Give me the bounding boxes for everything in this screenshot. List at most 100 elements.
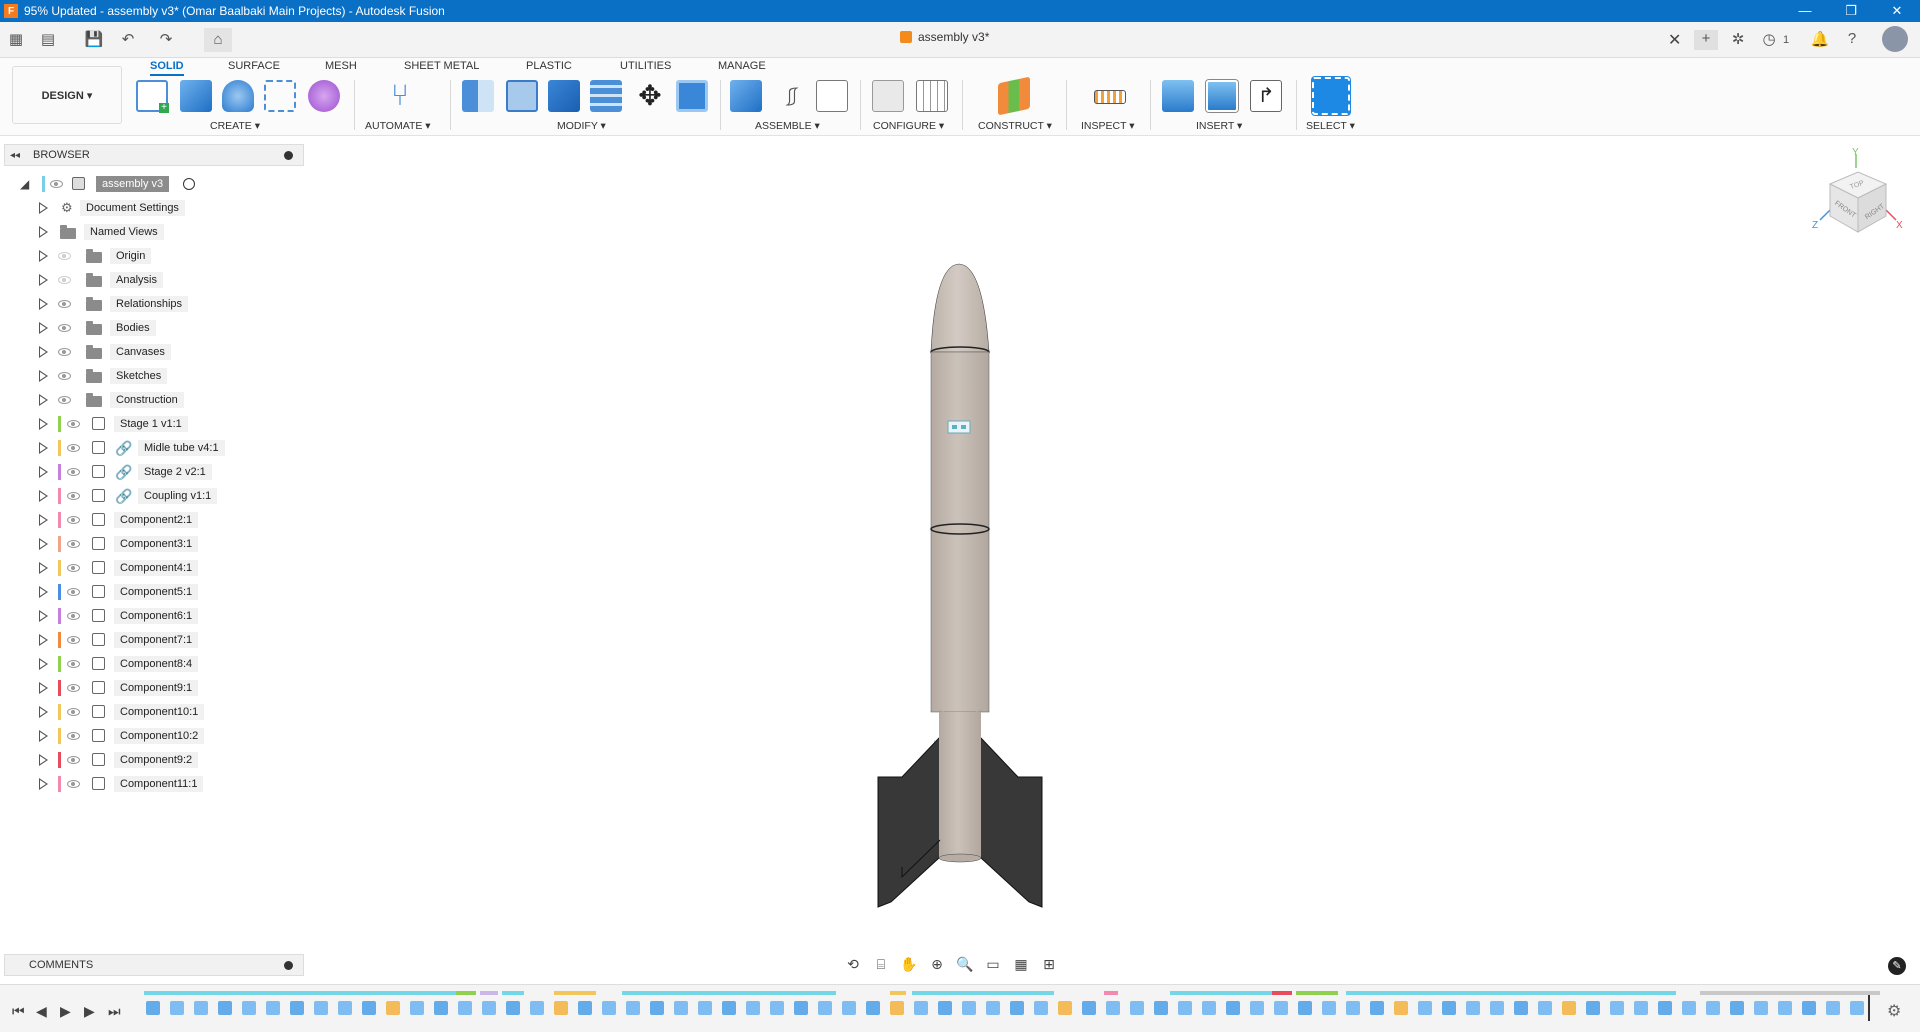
timeline-feature[interactable] bbox=[458, 1001, 472, 1015]
tab-plastic[interactable]: PLASTIC bbox=[526, 60, 572, 72]
view-cube[interactable]: Y Z X TOP FRONT RIGHT bbox=[1808, 147, 1908, 253]
tab-sheet-metal[interactable]: SHEET METAL bbox=[404, 60, 479, 72]
timeline-feature[interactable] bbox=[146, 1001, 160, 1015]
select-icon[interactable] bbox=[1312, 77, 1350, 115]
timeline-feature[interactable] bbox=[1058, 1001, 1072, 1015]
timeline-feature[interactable] bbox=[1250, 1001, 1264, 1015]
assemble-group-label[interactable]: ASSEMBLE ▾ bbox=[755, 120, 820, 132]
go-to-start-icon[interactable]: ⏮ bbox=[12, 1003, 25, 1020]
step-forward-icon[interactable]: ▶ bbox=[84, 1003, 95, 1020]
fillet-icon[interactable] bbox=[506, 80, 538, 112]
configure-group-label[interactable]: CONFIGURE ▾ bbox=[873, 120, 944, 132]
modify-group-label[interactable]: MODIFY ▾ bbox=[557, 120, 606, 132]
timeline-feature[interactable] bbox=[218, 1001, 232, 1015]
timeline-feature[interactable] bbox=[986, 1001, 1000, 1015]
timeline-feature[interactable] bbox=[482, 1001, 496, 1015]
timeline-feature[interactable] bbox=[1682, 1001, 1696, 1015]
create-sketch-icon[interactable]: + bbox=[136, 80, 169, 113]
timeline-feature[interactable] bbox=[410, 1001, 424, 1015]
display-settings-icon[interactable]: ▭ bbox=[982, 954, 1004, 974]
construct-plane-icon[interactable] bbox=[998, 76, 1030, 116]
timeline-feature[interactable] bbox=[698, 1001, 712, 1015]
timeline-feature[interactable] bbox=[722, 1001, 736, 1015]
timeline-feature[interactable] bbox=[386, 1001, 400, 1015]
file-menu-icon[interactable]: ▤ bbox=[38, 30, 58, 50]
3d-viewport[interactable]: Y Z X TOP FRONT RIGHT bbox=[0, 137, 1920, 947]
timeline-feature[interactable] bbox=[1346, 1001, 1360, 1015]
timeline-feature[interactable] bbox=[506, 1001, 520, 1015]
move-copy-icon[interactable]: ✥ bbox=[634, 80, 666, 112]
timeline-feature[interactable] bbox=[1442, 1001, 1456, 1015]
look-at-icon[interactable]: ⌸ bbox=[870, 954, 892, 974]
timeline-feature[interactable] bbox=[1370, 1001, 1384, 1015]
timeline-feature[interactable] bbox=[674, 1001, 688, 1015]
joint-icon[interactable]: ⎎ bbox=[776, 80, 808, 112]
timeline-feature[interactable] bbox=[1610, 1001, 1624, 1015]
timeline-feature[interactable] bbox=[602, 1001, 616, 1015]
form-icon[interactable] bbox=[308, 80, 340, 112]
scale-icon[interactable] bbox=[676, 80, 708, 112]
timeline-feature[interactable] bbox=[194, 1001, 208, 1015]
timeline-feature[interactable] bbox=[1082, 1001, 1096, 1015]
tab-utilities[interactable]: UTILITIES bbox=[620, 60, 671, 72]
timeline-feature[interactable] bbox=[1178, 1001, 1192, 1015]
minimize-button[interactable]: — bbox=[1782, 0, 1828, 22]
redo-icon[interactable]: ↷ bbox=[156, 30, 176, 50]
shell-icon[interactable] bbox=[548, 80, 580, 112]
timeline-feature[interactable] bbox=[1466, 1001, 1480, 1015]
combine-icon[interactable] bbox=[590, 80, 622, 112]
help-icon[interactable]: ? bbox=[1842, 30, 1862, 50]
timeline-feature[interactable] bbox=[290, 1001, 304, 1015]
timeline-feature[interactable] bbox=[770, 1001, 784, 1015]
timeline-feature[interactable] bbox=[1034, 1001, 1048, 1015]
timeline-feature[interactable] bbox=[1106, 1001, 1120, 1015]
play-icon[interactable]: ▶ bbox=[60, 1003, 71, 1020]
as-built-joint-icon[interactable] bbox=[816, 80, 848, 112]
timeline-feature[interactable] bbox=[746, 1001, 760, 1015]
timeline-feature[interactable] bbox=[1730, 1001, 1744, 1015]
timeline-feature[interactable] bbox=[170, 1001, 184, 1015]
timeline-feature[interactable] bbox=[1802, 1001, 1816, 1015]
home-icon[interactable]: ⌂ bbox=[204, 28, 232, 52]
timeline-feature[interactable] bbox=[1706, 1001, 1720, 1015]
timeline-feature[interactable] bbox=[1778, 1001, 1792, 1015]
restore-button[interactable]: ❐ bbox=[1828, 0, 1874, 22]
automate-group-label[interactable]: AUTOMATE ▾ bbox=[365, 120, 431, 132]
user-avatar[interactable] bbox=[1882, 26, 1908, 52]
timeline-feature[interactable] bbox=[434, 1001, 448, 1015]
chat-icon[interactable]: ✎ bbox=[1888, 957, 1906, 975]
viewports-icon[interactable]: ⊞ bbox=[1038, 954, 1060, 974]
timeline-feature[interactable] bbox=[1538, 1001, 1552, 1015]
timeline-feature[interactable] bbox=[338, 1001, 352, 1015]
timeline-feature[interactable] bbox=[314, 1001, 328, 1015]
tab-manage[interactable]: MANAGE bbox=[718, 60, 766, 72]
zoom-icon[interactable]: ⊕ bbox=[926, 954, 948, 974]
new-component-icon[interactable] bbox=[730, 80, 762, 112]
new-tab-plus-icon[interactable]: + bbox=[1694, 30, 1718, 50]
timeline-feature[interactable] bbox=[1130, 1001, 1144, 1015]
timeline-feature[interactable] bbox=[914, 1001, 928, 1015]
timeline-feature[interactable] bbox=[1586, 1001, 1600, 1015]
timeline-feature[interactable] bbox=[1490, 1001, 1504, 1015]
pattern-icon[interactable] bbox=[264, 80, 296, 112]
timeline-feature[interactable] bbox=[1826, 1001, 1840, 1015]
timeline-feature[interactable] bbox=[530, 1001, 544, 1015]
timeline-marker[interactable] bbox=[1868, 995, 1870, 1021]
add-comment-icon[interactable] bbox=[284, 961, 293, 970]
press-pull-icon[interactable] bbox=[462, 80, 494, 112]
select-group-label[interactable]: SELECT ▾ bbox=[1306, 120, 1355, 132]
timeline-feature[interactable] bbox=[1562, 1001, 1576, 1015]
automate-icon[interactable]: ⑂ bbox=[384, 80, 416, 112]
grid-icon[interactable]: ▦ bbox=[1010, 954, 1032, 974]
document-tab[interactable]: assembly v3* bbox=[900, 30, 989, 44]
timeline-feature[interactable] bbox=[242, 1001, 256, 1015]
timeline-feature[interactable] bbox=[890, 1001, 904, 1015]
undo-icon[interactable]: ↶ bbox=[118, 30, 138, 50]
revolve-icon[interactable] bbox=[222, 80, 254, 112]
timeline-feature[interactable] bbox=[554, 1001, 568, 1015]
save-icon[interactable]: 💾 bbox=[84, 30, 104, 50]
configure-rules-icon[interactable] bbox=[916, 80, 948, 112]
measure-icon[interactable] bbox=[1094, 90, 1126, 104]
decal-icon[interactable] bbox=[1206, 80, 1238, 112]
timeline-feature[interactable] bbox=[266, 1001, 280, 1015]
